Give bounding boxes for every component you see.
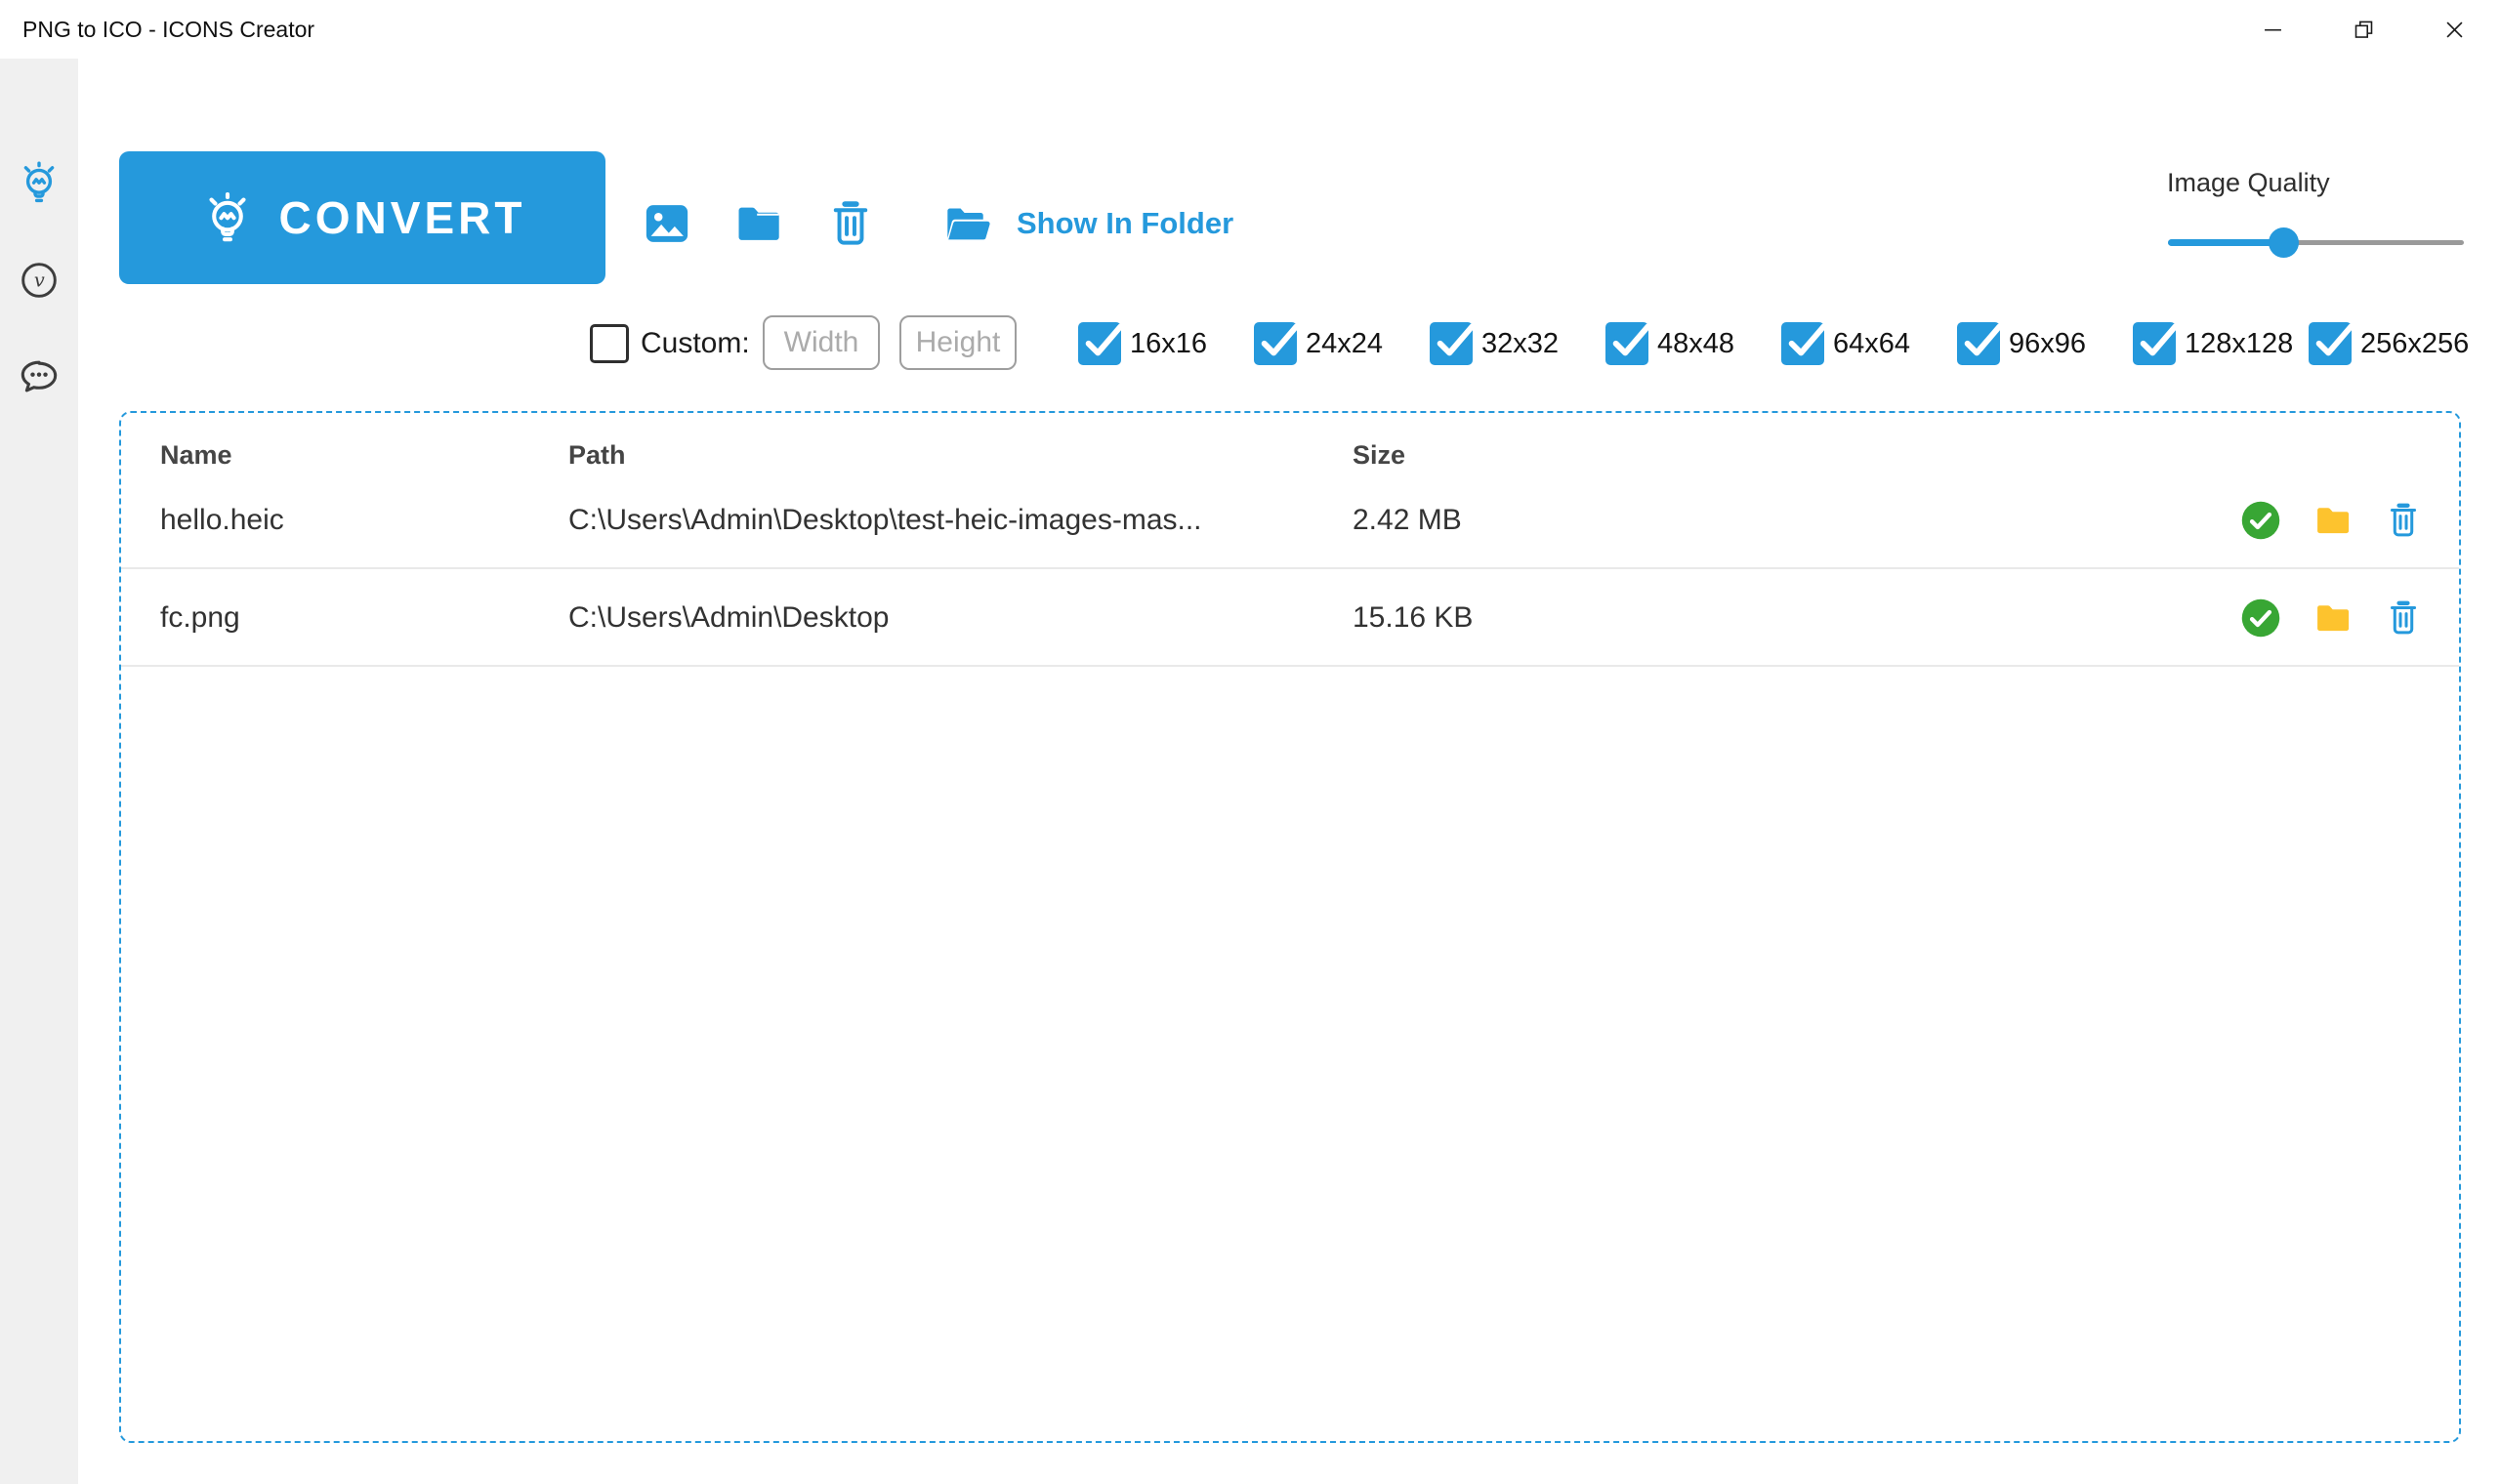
checkbox-checked	[1957, 322, 2003, 365]
file-list-panel: Name Path Size hello.heic C:\Users\Admin…	[119, 411, 2461, 1443]
checkbox-checked	[1430, 322, 1476, 365]
size-checkbox-128x128[interactable]: 128x128	[2133, 322, 2293, 365]
show-in-folder-label: Show In Folder	[1017, 206, 1234, 240]
file-path: C:\Users\Admin\Desktop	[568, 601, 890, 634]
status-converted-icon	[2240, 500, 2281, 541]
image-quality-label: Image Quality	[2167, 168, 2330, 197]
lightbulb-icon	[23, 161, 55, 203]
svg-text:v: v	[34, 269, 45, 292]
size-checkbox-48x48[interactable]: 48x48	[1605, 322, 1734, 365]
app-window: PNG to ICO - ICONS Creator v CONVERT Sho…	[0, 0, 2500, 1484]
size-checkbox-32x32[interactable]: 32x32	[1430, 322, 1559, 365]
window-controls	[2228, 0, 2500, 59]
width-input[interactable]	[763, 315, 880, 370]
table-row: hello.heic C:\Users\Admin\Desktop\test-h…	[121, 472, 2459, 569]
add-image-button[interactable]	[641, 197, 693, 250]
custom-size-checkbox[interactable]	[590, 324, 629, 363]
version-icon: v	[21, 263, 57, 298]
open-file-folder-button[interactable]	[2311, 598, 2355, 639]
table-row: fc.png C:\Users\Admin\Desktop 15.16 KB	[121, 569, 2459, 667]
size-checkbox-16x16[interactable]: 16x16	[1078, 322, 1207, 365]
remove-file-button[interactable]	[2385, 596, 2422, 640]
quality-slider-fill	[2168, 239, 2284, 246]
checkbox-checked	[2309, 322, 2354, 365]
file-name: fc.png	[160, 601, 240, 634]
open-folder-icon	[947, 208, 990, 240]
lightbulb-icon	[209, 192, 246, 242]
size-checkbox-256x256[interactable]: 256x256	[2309, 322, 2469, 365]
sidebar: v	[0, 59, 78, 1484]
trash-icon	[2390, 600, 2417, 635]
convert-button[interactable]: CONVERT	[119, 151, 605, 284]
restore-icon	[2354, 21, 2373, 38]
header-size: Size	[1353, 440, 1406, 470]
clear-list-button[interactable]	[826, 197, 875, 250]
add-image-icon	[646, 205, 688, 242]
checkbox-checked	[1605, 322, 1651, 365]
sidebar-item-feedback[interactable]	[0, 342, 78, 410]
sidebar-item-version[interactable]: v	[0, 246, 78, 314]
size-checkbox-64x64[interactable]: 64x64	[1781, 322, 1910, 365]
window-title: PNG to ICO - ICONS Creator	[22, 17, 315, 42]
header-path: Path	[568, 440, 626, 470]
quality-slider-thumb[interactable]	[2269, 227, 2300, 258]
checkbox-checked	[2133, 322, 2179, 365]
size-checkbox-24x24[interactable]: 24x24	[1254, 322, 1383, 365]
file-size: 2.42 MB	[1353, 504, 1462, 536]
status-converted-icon	[2240, 598, 2281, 639]
checkbox-checked	[1254, 322, 1300, 365]
sidebar-item-converter[interactable]	[0, 148, 78, 217]
feedback-icon	[21, 360, 58, 392]
main-content: CONVERT Show In Folder Image Quality Cus…	[0, 0, 2500, 1484]
checkbox-checked	[1781, 322, 1827, 365]
convert-button-label: CONVERT	[278, 192, 526, 243]
header-name: Name	[160, 440, 232, 470]
height-input[interactable]	[899, 315, 1017, 370]
size-checkbox-96x96[interactable]: 96x96	[1957, 322, 2086, 365]
folder-icon	[2317, 508, 2350, 534]
close-icon	[2446, 21, 2463, 38]
minimize-button[interactable]	[2228, 0, 2318, 59]
titlebar: PNG to ICO - ICONS Creator	[0, 0, 2500, 59]
show-in-folder-button[interactable]: Show In Folder	[940, 197, 1233, 250]
file-name: hello.heic	[160, 504, 284, 536]
trash-icon	[2390, 503, 2417, 537]
image-quality-slider[interactable]	[2168, 223, 2464, 262]
file-path: C:\Users\Admin\Desktop\test-heic-images-…	[568, 504, 1202, 536]
open-file-folder-button[interactable]	[2311, 500, 2355, 541]
folder-icon	[2317, 605, 2350, 632]
custom-size-label: Custom:	[641, 327, 750, 359]
row-actions	[2240, 569, 2422, 667]
row-actions	[2240, 472, 2422, 569]
add-folder-button[interactable]	[732, 197, 785, 250]
trash-icon	[833, 201, 868, 245]
folder-icon	[738, 207, 779, 240]
close-button[interactable]	[2409, 0, 2500, 59]
minimize-icon	[2265, 28, 2281, 31]
file-size: 15.16 KB	[1353, 601, 1474, 634]
checkbox-checked	[1078, 322, 1124, 365]
file-list-header: Name Path Size	[121, 413, 2459, 472]
remove-file-button[interactable]	[2385, 498, 2422, 543]
restore-button[interactable]	[2318, 0, 2409, 59]
